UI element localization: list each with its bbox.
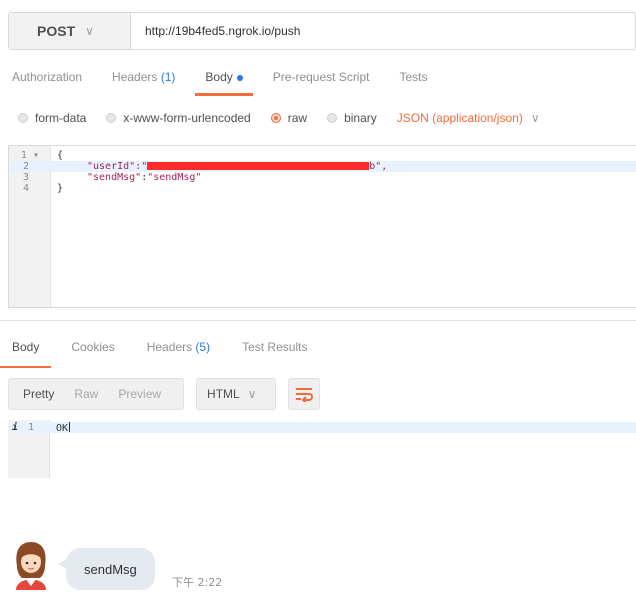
radio-raw[interactable]: raw bbox=[270, 111, 308, 125]
content-type-select[interactable]: JSON (application/json) ∨ bbox=[397, 111, 540, 125]
json-value-tail: b", bbox=[369, 161, 388, 172]
tab-label: Authorization bbox=[12, 70, 83, 84]
tab-label: Body bbox=[12, 340, 40, 354]
content-type-label: JSON (application/json) bbox=[396, 111, 523, 125]
json-punct: :" bbox=[135, 161, 148, 172]
radio-circle-icon bbox=[106, 113, 117, 123]
avatar-image bbox=[16, 542, 46, 590]
radio-label: binary bbox=[344, 111, 377, 125]
wrap-lines-button[interactable] bbox=[288, 378, 321, 410]
tab-pre-request-script[interactable]: Pre-request Script bbox=[273, 62, 370, 96]
tab-label: Headers bbox=[146, 340, 196, 354]
modified-dot-icon bbox=[236, 74, 243, 81]
tab-response-body[interactable]: Body bbox=[0, 340, 52, 368]
avatar bbox=[10, 540, 52, 592]
tab-test-results[interactable]: Test Results bbox=[242, 340, 307, 368]
tab-label: Headers bbox=[112, 70, 161, 84]
editor-line: 1 ▾ { bbox=[9, 150, 636, 161]
radio-label: raw bbox=[287, 111, 308, 125]
body-type-options: form-data x-www-form-urlencoded raw bina… bbox=[18, 108, 540, 128]
chevron-down-icon: ∨ bbox=[85, 24, 94, 38]
editor-line: 3 "sendMsg":"sendMsg" bbox=[9, 172, 636, 183]
request-body-editor[interactable]: 1 ▾ { 2 "userId":" b", 3 "sendMsg":"sendM… bbox=[8, 145, 636, 308]
method-select[interactable]: POST ∨ bbox=[9, 13, 131, 49]
section-divider bbox=[0, 320, 636, 321]
radio-circle-icon bbox=[327, 113, 338, 123]
method-label: POST bbox=[37, 23, 76, 39]
radio-label: form-data bbox=[35, 111, 87, 125]
view-raw-button[interactable]: Raw bbox=[68, 387, 112, 401]
radio-x-www-form-urlencoded[interactable]: x-www-form-urlencoded bbox=[106, 111, 251, 125]
radio-label: x-www-form-urlencoded bbox=[123, 111, 251, 125]
line-number: 2 bbox=[22, 161, 29, 172]
tab-cookies[interactable]: Cookies bbox=[71, 340, 114, 368]
response-tabs: Body Cookies Headers (5) Test Results bbox=[0, 340, 339, 368]
editor-line: 4 } bbox=[9, 183, 636, 194]
tab-tests[interactable]: Tests bbox=[399, 62, 427, 96]
json-key: "userId" bbox=[87, 161, 136, 172]
tab-label: Cookies bbox=[71, 340, 115, 354]
view-mode-group: Pretty Raw Preview bbox=[8, 378, 185, 410]
code-text: "userId":" b", bbox=[87, 161, 387, 172]
request-tabs: Authorization Headers (1) Body Pre-reque… bbox=[12, 62, 458, 96]
headers-count-badge: (5) bbox=[195, 340, 211, 354]
radio-binary[interactable]: binary bbox=[327, 111, 377, 125]
response-view-bar: Pretty Raw Preview HTML ∨ bbox=[8, 378, 321, 410]
code-text: } bbox=[57, 183, 64, 194]
chat-message-bubble[interactable]: sendMsg bbox=[58, 548, 155, 590]
format-label: HTML bbox=[207, 387, 240, 401]
chevron-down-icon: ∨ bbox=[247, 387, 257, 401]
chevron-down-icon: ∨ bbox=[530, 111, 540, 125]
code-text: { bbox=[57, 150, 64, 161]
format-select[interactable]: HTML ∨ bbox=[196, 378, 277, 410]
view-preview-button[interactable]: Preview bbox=[112, 387, 175, 401]
tab-body[interactable]: Body bbox=[195, 62, 254, 96]
radio-form-data[interactable]: form-data bbox=[18, 111, 86, 125]
editor-line: 2 "userId":" b", bbox=[9, 161, 636, 172]
tab-label: Test Results bbox=[242, 340, 308, 354]
json-key: "sendMsg" bbox=[87, 172, 142, 183]
tab-label: Pre-request Script bbox=[272, 70, 370, 84]
text-cursor bbox=[69, 422, 71, 432]
tab-label: Body bbox=[205, 70, 233, 84]
headers-count-badge: (1) bbox=[160, 70, 176, 84]
response-text: OK bbox=[56, 422, 71, 434]
code-text: "sendMsg":"sendMsg" bbox=[87, 172, 201, 183]
line-number: 1 bbox=[27, 422, 34, 433]
tab-headers[interactable]: Headers (1) bbox=[112, 62, 175, 96]
redacted-value bbox=[147, 162, 370, 170]
radio-circle-icon bbox=[18, 113, 28, 123]
tab-response-headers[interactable]: Headers (5) bbox=[147, 340, 210, 368]
view-pretty-button[interactable]: Pretty bbox=[17, 387, 68, 401]
request-bar: POST ∨ http://19b4fed5.ngrok.io/push bbox=[8, 12, 636, 50]
line-number: 1 ▾ bbox=[20, 150, 39, 161]
tab-label: Tests bbox=[399, 70, 428, 84]
response-body-viewer[interactable]: i 1 OK bbox=[8, 420, 636, 478]
chat-message-text: sendMsg bbox=[84, 561, 137, 577]
wrap-lines-icon bbox=[296, 388, 313, 402]
url-input[interactable]: http://19b4fed5.ngrok.io/push bbox=[131, 13, 635, 49]
line-number: 3 bbox=[22, 172, 29, 183]
radio-circle-icon bbox=[270, 113, 281, 123]
line-number: 4 bbox=[22, 183, 29, 194]
json-value: "sendMsg" bbox=[147, 172, 202, 183]
output-line: i 1 OK bbox=[8, 422, 636, 434]
message-timestamp: 下午 2:22 bbox=[172, 576, 223, 589]
tab-authorization[interactable]: Authorization bbox=[12, 62, 82, 96]
